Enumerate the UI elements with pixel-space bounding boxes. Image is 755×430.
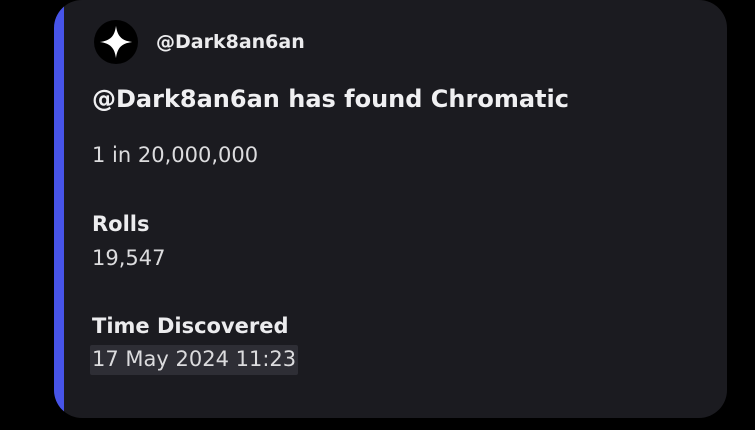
embed-description: 1 in 20,000,000 [92,143,259,167]
embed-author: @Dark8an6an [94,20,305,64]
field-time-discovered-value[interactable]: 17 May 2024 11:23 [90,345,299,375]
embed-title: @Dark8an6an has found Chromatic [92,85,569,113]
embed-accent-bar [54,0,64,418]
author-avatar[interactable] [94,20,138,64]
embed-card: @Dark8an6an @Dark8an6an has found Chroma… [54,0,727,418]
sparkle-icon [99,25,133,59]
field-time-discovered-name: Time Discovered [92,314,289,338]
field-rolls-name: Rolls [92,212,150,236]
author-name[interactable]: @Dark8an6an [156,31,305,53]
field-rolls-value: 19,547 [92,246,166,270]
